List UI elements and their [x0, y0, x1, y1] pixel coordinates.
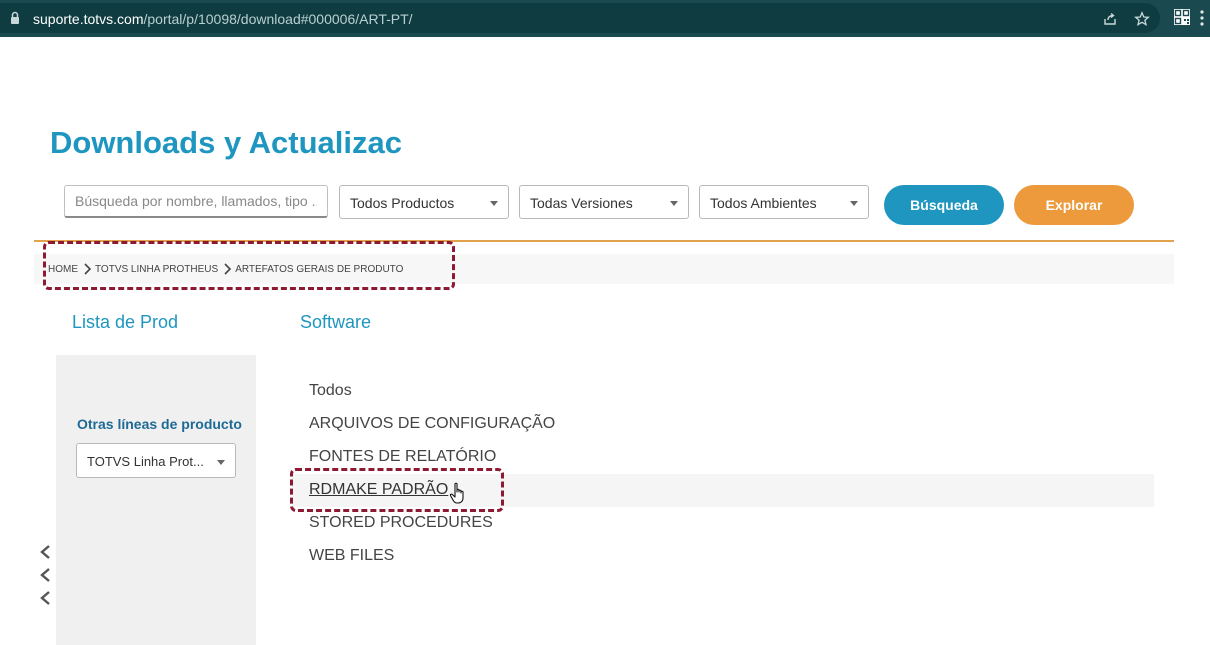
- chevron-left-icon[interactable]: [38, 544, 52, 560]
- url-host: suporte.totvs.com: [33, 11, 144, 27]
- breadcrumb: HOME TOTVS LINHA PROTHEUS ARTEFATOS GERA…: [48, 262, 403, 276]
- list-item-rdmake[interactable]: RDMAKE PADRÃO: [309, 479, 555, 512]
- versions-select[interactable]: Todas Versiones: [519, 185, 689, 219]
- list-item-label: RDMAKE PADRÃO: [309, 481, 449, 498]
- explore-button[interactable]: Explorar: [1014, 185, 1134, 225]
- url-path: /portal/p/10098/download#000006/ART-PT/: [143, 11, 413, 27]
- chevron-left-icon[interactable]: [38, 567, 52, 583]
- list-item-web-files[interactable]: WEB FILES: [309, 545, 555, 578]
- search-button[interactable]: Búsqueda: [884, 185, 1004, 225]
- url-text[interactable]: suporte.totvs.com/portal/p/10098/downloa…: [33, 11, 413, 27]
- qr-code-icon[interactable]: [1174, 9, 1190, 25]
- chevron-down-icon: [850, 201, 858, 206]
- list-item-label: STORED PROCEDURES: [309, 514, 493, 531]
- software-list: Todos ARQUIVOS DE CONFIGURAÇÃO FONTES DE…: [309, 380, 555, 578]
- other-lines-label: Otras líneas de producto: [77, 416, 242, 432]
- product-line-select-value: TOTVS Linha Prot...: [87, 454, 204, 469]
- product-list-heading: Lista de Prod: [72, 312, 179, 332]
- chevron-right-icon: [84, 263, 92, 275]
- browser-menu-icon[interactable]: [1199, 8, 1205, 28]
- list-item-arquivos[interactable]: ARQUIVOS DE CONFIGURAÇÃO: [309, 413, 555, 446]
- list-item-fontes[interactable]: FONTES DE RELATÓRIO: [309, 446, 555, 479]
- list-item-label: WEB FILES: [309, 547, 395, 564]
- chevron-right-icon: [224, 263, 232, 275]
- chevron-down-icon: [217, 460, 225, 465]
- list-item-label: ARQUIVOS DE CONFIGURAÇÃO: [309, 415, 556, 432]
- hand-cursor-icon: [449, 482, 464, 504]
- list-item-label: FONTES DE RELATÓRIO: [309, 448, 497, 465]
- breadcrumb-artefatos[interactable]: ARTEFATOS GERAIS DE PRODUTO: [235, 264, 403, 275]
- breadcrumb-home[interactable]: HOME: [48, 264, 78, 275]
- star-icon[interactable]: [1134, 11, 1150, 27]
- chevron-down-icon: [670, 201, 678, 206]
- list-item-stored-procedures[interactable]: STORED PROCEDURES: [309, 512, 555, 545]
- lock-icon: [11, 11, 19, 24]
- chevron-left-icon[interactable]: [38, 590, 52, 606]
- versions-select-value: Todas Versiones: [530, 195, 633, 211]
- address-bar[interactable]: suporte.totvs.com/portal/p/10098/downloa…: [0, 3, 1160, 33]
- sidebar-panel: [56, 355, 256, 645]
- environments-select-value: Todos Ambientes: [710, 195, 817, 211]
- list-item-todos[interactable]: Todos: [309, 380, 555, 413]
- products-select-value: Todos Productos: [350, 195, 455, 211]
- software-heading: Software: [300, 312, 372, 332]
- environments-select[interactable]: Todos Ambientes: [699, 185, 869, 219]
- search-input[interactable]: [64, 185, 328, 218]
- breadcrumb-linha-protheus[interactable]: TOTVS LINHA PROTHEUS: [95, 264, 218, 275]
- orange-divider: [34, 240, 1174, 242]
- browser-toolbar: suporte.totvs.com/portal/p/10098/downloa…: [0, 0, 1210, 37]
- products-select[interactable]: Todos Productos: [339, 185, 509, 219]
- page-title: Downloads y Actualizac: [50, 125, 402, 160]
- list-item-label: Todos: [309, 382, 352, 399]
- product-line-select[interactable]: TOTVS Linha Prot...: [76, 443, 236, 478]
- share-icon[interactable]: [1102, 11, 1118, 27]
- chevron-down-icon: [490, 201, 498, 206]
